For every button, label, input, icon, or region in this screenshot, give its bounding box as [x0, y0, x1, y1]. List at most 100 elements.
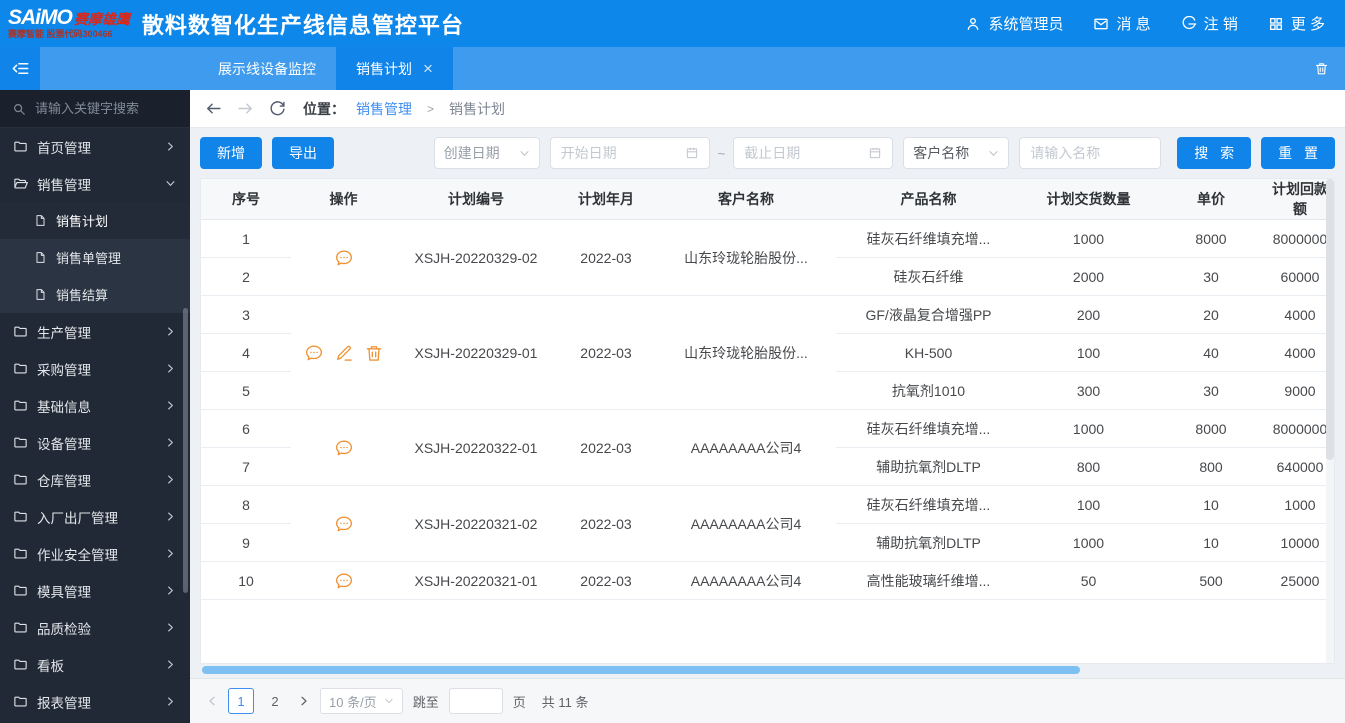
cell-plan-no: XSJH-20220329-01: [396, 295, 556, 410]
jump-page-input[interactable]: [448, 688, 503, 714]
date-type-select[interactable]: 创建日期: [433, 137, 540, 169]
sidebar-item-report-mgmt[interactable]: 报表管理: [0, 683, 190, 720]
cell-product: 高性能玻璃纤维增...: [836, 561, 1021, 600]
cell-plan-month: 2022-03: [556, 409, 656, 486]
refresh-icon[interactable]: [269, 100, 286, 117]
sidebar-item-home-mgmt[interactable]: 首页管理: [0, 128, 190, 165]
page-size-select[interactable]: 10 条/页: [320, 688, 403, 714]
cell-customer: AAAAAAAA公司4: [656, 485, 836, 562]
name-search-input[interactable]: [1019, 137, 1162, 169]
customer-filter-select[interactable]: 客户名称: [903, 137, 1010, 169]
sidebar-item-mold-mgmt[interactable]: 模具管理: [0, 572, 190, 609]
add-button[interactable]: 新增: [200, 137, 262, 169]
folder-icon: [13, 398, 28, 413]
cell-plan-no: XSJH-20220321-02: [396, 485, 556, 562]
sidebar-item-purchase-mgmt[interactable]: 采购管理: [0, 350, 190, 387]
comment-icon[interactable]: [304, 343, 324, 363]
sidebar-item-equipment-mgmt[interactable]: 设备管理: [0, 424, 190, 461]
jump-label: 跳至: [412, 694, 439, 710]
cell-price: 30: [1156, 371, 1266, 410]
prev-page-icon[interactable]: [206, 695, 218, 707]
cell-price: 30: [1156, 257, 1266, 296]
delete-icon[interactable]: [364, 343, 384, 363]
total-count-label: 共 11 条: [541, 694, 589, 710]
back-arrow-icon[interactable]: [205, 100, 222, 117]
tab-display-line-monitor[interactable]: 展示线设备监控: [198, 47, 336, 90]
search-button[interactable]: 搜 索: [1177, 137, 1252, 169]
end-date-input[interactable]: [744, 145, 863, 161]
sidebar-scrollbar[interactable]: [183, 308, 188, 593]
sidebar-item-basic-info[interactable]: 基础信息: [0, 387, 190, 424]
sidebar-item-production-mgmt[interactable]: 生产管理: [0, 313, 190, 350]
export-button[interactable]: 导出: [272, 137, 334, 169]
page-button-2[interactable]: 2: [262, 688, 288, 714]
messages-button[interactable]: 消 息: [1093, 13, 1151, 34]
cell-operations: [291, 485, 396, 562]
cell-index: 10: [201, 561, 291, 600]
chevron-right-icon: [165, 511, 176, 522]
horizontal-scrollbar: [202, 666, 1333, 674]
sidebar-item-warehouse-mgmt[interactable]: 仓库管理: [0, 461, 190, 498]
horizontal-scrollbar-thumb[interactable]: [202, 666, 1080, 674]
next-page-icon[interactable]: [298, 695, 310, 707]
sidebar-item-dashboard[interactable]: 看板: [0, 646, 190, 683]
vertical-scrollbar-thumb[interactable]: [1326, 179, 1334, 460]
column-header: 产品名称: [836, 179, 1021, 220]
cell-index: 9: [201, 523, 291, 562]
sidebar-item-sales-mgmt[interactable]: 销售管理: [0, 165, 190, 202]
brand-subtext: 赛摩智能 股票代码300466: [8, 29, 113, 40]
forward-arrow-icon[interactable]: [237, 100, 254, 117]
logout-button[interactable]: 注 销: [1181, 13, 1238, 34]
search-input[interactable]: [35, 101, 178, 116]
search-icon: [12, 102, 26, 116]
date-range-separator: ~: [717, 145, 726, 161]
comment-icon[interactable]: [334, 514, 354, 534]
start-date-input[interactable]: [560, 145, 679, 161]
sidebar-item-work-safety-mgmt[interactable]: 作业安全管理: [0, 535, 190, 572]
sidebar-item-quality-check[interactable]: 品质检验: [0, 609, 190, 646]
cell-qty: 50: [1021, 561, 1156, 600]
cell-amount: 1000: [1266, 485, 1334, 524]
comment-icon[interactable]: [334, 248, 354, 268]
tab-label: 展示线设备监控: [218, 60, 316, 77]
folder-icon: [13, 694, 28, 709]
sidebar-item-label: 采购管理: [37, 362, 91, 378]
sidebar-item-sales-plan[interactable]: 销售计划: [0, 202, 190, 239]
table-row: 8 XSJH-20220321-02 2022-03 AAAAAAAA公司4 硅灰石纤维…: [201, 485, 1334, 562]
breadcrumb-parent-link[interactable]: 销售管理: [356, 99, 412, 119]
cell-customer: 山东玲珑轮胎股份...: [656, 295, 836, 410]
calendar-icon: [685, 146, 699, 160]
file-icon: [34, 251, 47, 264]
cell-qty: 2000: [1021, 257, 1156, 296]
comment-icon[interactable]: [334, 438, 354, 458]
sales-plan-table: 序号 操作 计划编号 计划年月 客户名称 产品名称 计划交货数量 单价 计划回款额 1 XSJH-…: [200, 178, 1335, 664]
folder-icon: [13, 546, 28, 561]
sidebar-item-label: 销售管理: [37, 177, 91, 193]
cell-product: 抗氧剂1010: [836, 371, 1021, 410]
sidebar-item-label: 品质检验: [37, 621, 91, 637]
system-admin-button[interactable]: 系统管理员: [965, 13, 1063, 34]
close-icon[interactable]: ×: [423, 60, 433, 77]
customer-filter-select-value: 客户名称: [913, 145, 970, 161]
open-tabs: 展示线设备监控 销售计划 ×: [198, 47, 453, 90]
tab-sales-plan[interactable]: 销售计划 ×: [336, 47, 453, 90]
page-button-1[interactable]: 1: [228, 688, 254, 714]
close-all-tabs-button[interactable]: [1298, 47, 1345, 90]
reset-button[interactable]: 重 置: [1261, 137, 1335, 169]
sidebar-item-gate-mgmt[interactable]: 入厂出厂管理: [0, 498, 190, 535]
comment-icon[interactable]: [334, 571, 354, 591]
sidebar-collapse-button[interactable]: [0, 47, 40, 90]
cell-price: 800: [1156, 447, 1266, 486]
toolbar: 新增 导出 创建日期 ~ 客户名称: [190, 128, 1345, 178]
chevron-down-icon: [165, 178, 176, 189]
more-label: 更 多: [1290, 16, 1325, 33]
sidebar-item-sales-order-mgmt[interactable]: 销售单管理: [0, 239, 190, 276]
breadcrumb-separator: >: [427, 101, 435, 116]
topbar-actions: 系统管理员 消 息 注 销 更 多: [965, 13, 1325, 34]
sidebar-search: [0, 90, 190, 128]
edit-icon[interactable]: [334, 343, 354, 363]
chevron-right-icon: [165, 622, 176, 633]
more-button[interactable]: 更 多: [1268, 13, 1325, 34]
sidebar-item-label: 作业安全管理: [37, 547, 118, 563]
sidebar-item-sales-settlement[interactable]: 销售结算: [0, 276, 190, 313]
